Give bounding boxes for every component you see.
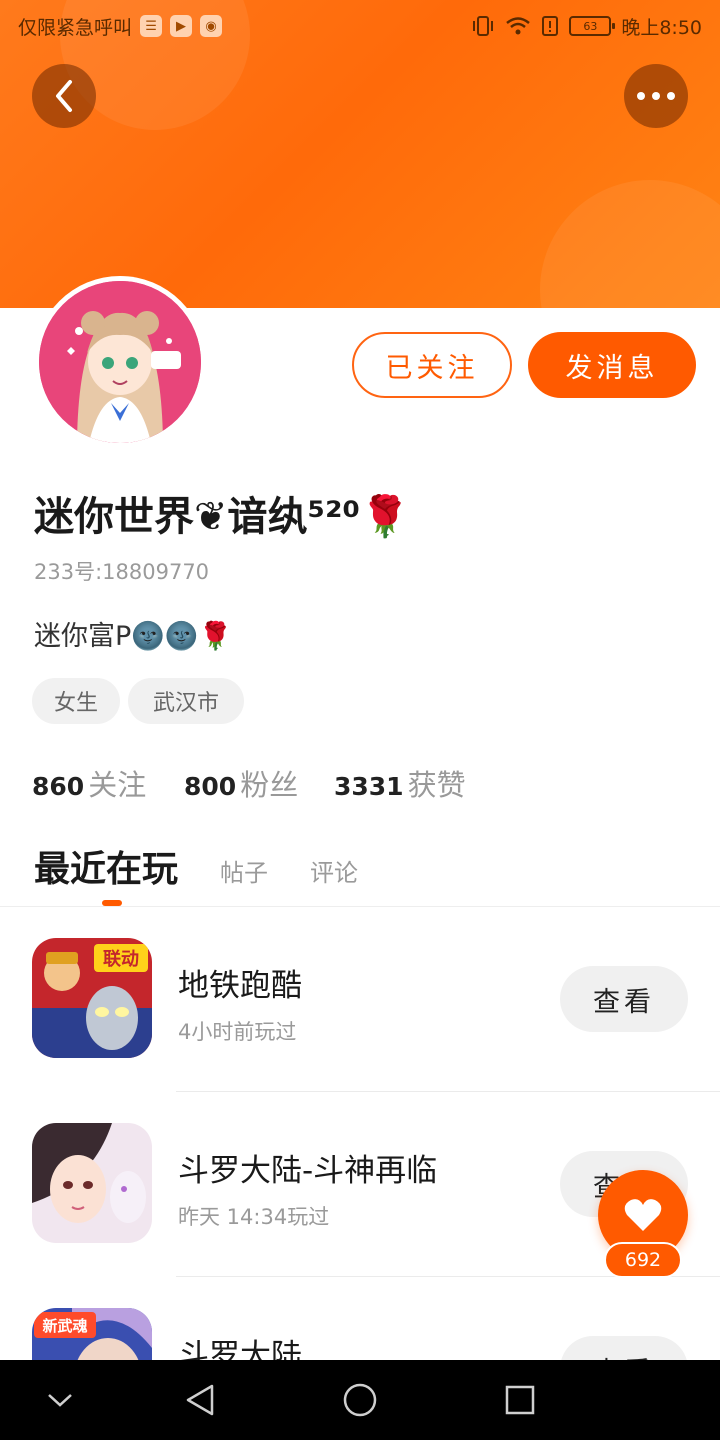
- game-name: 斗罗大陆: [178, 1338, 302, 1360]
- avatar-illustration: [39, 281, 201, 443]
- carrier-text: 仅限紧急呼叫: [18, 16, 133, 39]
- collapse-chevron-icon[interactable]: [38, 1378, 82, 1422]
- chevron-left-icon: [56, 80, 72, 112]
- list-item[interactable]: 新武魂 斗罗大陆 查看: [0, 1278, 720, 1360]
- fans-label: 粉丝: [240, 768, 299, 802]
- city-tag: 武汉市: [128, 678, 244, 724]
- like-count-badge: 692: [604, 1242, 682, 1278]
- subway-surfers-icon: 联动: [32, 938, 152, 1058]
- douluo-dalu-icon: 新武魂: [32, 1308, 152, 1360]
- tab-recent[interactable]: 最近在玩: [34, 840, 178, 892]
- wifi-icon: [505, 16, 531, 36]
- game-played-time: 昨天 14:34玩过: [178, 1205, 330, 1229]
- following-label: 关注: [88, 768, 147, 802]
- clock: 晚上8:50: [621, 16, 702, 39]
- avatar[interactable]: [34, 276, 206, 448]
- row-divider: [176, 1091, 720, 1092]
- home-circle-icon[interactable]: [338, 1378, 382, 1422]
- likes-stat[interactable]: 3331 获赞: [334, 762, 466, 804]
- recents-square-icon[interactable]: [498, 1378, 542, 1422]
- game-played-time: 4小时前玩过: [178, 1020, 297, 1044]
- icon-badge-text: 联动: [103, 949, 139, 970]
- back-button[interactable]: [32, 64, 96, 128]
- likes-count: 3331: [334, 772, 404, 801]
- profile-tabs: 最近在玩 帖子 评论: [34, 840, 358, 892]
- nickname: 迷你世界❦谙纨⁵²⁰🌹: [34, 494, 410, 540]
- tab-posts[interactable]: 帖子: [220, 853, 268, 888]
- game-name: 地铁跑酷: [178, 968, 302, 1004]
- icon-badge-text: 新武魂: [42, 1317, 87, 1335]
- more-dots-icon: [637, 92, 675, 100]
- heart-icon: [624, 1199, 662, 1231]
- system-navigation-bar: [0, 1360, 720, 1440]
- gender-tag: 女生: [32, 678, 120, 724]
- following-stat[interactable]: 860 关注: [32, 762, 146, 804]
- following-button[interactable]: 已关注: [352, 332, 512, 398]
- alert-sim-icon: [541, 15, 559, 37]
- fans-stat[interactable]: 800 粉丝: [184, 762, 298, 804]
- status-bar: 仅限紧急呼叫 ☰ ▶ ◉ 63 晚上8:50: [0, 0, 720, 52]
- browser-app-icon: ◉: [200, 15, 223, 37]
- vibrate-icon: [471, 15, 495, 37]
- tabs-divider: [0, 906, 720, 907]
- following-count: 860: [32, 772, 85, 801]
- likes-label: 获赞: [407, 768, 466, 802]
- game-name: 斗罗大陆-斗神再临: [178, 1153, 438, 1189]
- more-options-button[interactable]: [624, 64, 688, 128]
- fans-count: 800: [184, 772, 237, 801]
- view-game-button[interactable]: 查看: [560, 1336, 688, 1360]
- battery-icon: 63: [569, 16, 616, 36]
- send-message-button[interactable]: 发消息: [528, 332, 696, 398]
- bio: 迷你富P🌚🌚🌹: [34, 621, 233, 652]
- list-item[interactable]: 联动 地铁跑酷 4小时前玩过 查看: [0, 908, 720, 1093]
- play-app-icon: ▶: [170, 15, 193, 37]
- douluo-dalu-shenzai-icon: [32, 1123, 152, 1243]
- notes-app-icon: ☰: [140, 15, 163, 37]
- back-triangle-icon[interactable]: [178, 1378, 222, 1422]
- user-id: 233号:18809770: [34, 560, 210, 584]
- tab-comments[interactable]: 评论: [310, 853, 358, 888]
- view-game-button[interactable]: 查看: [560, 966, 688, 1032]
